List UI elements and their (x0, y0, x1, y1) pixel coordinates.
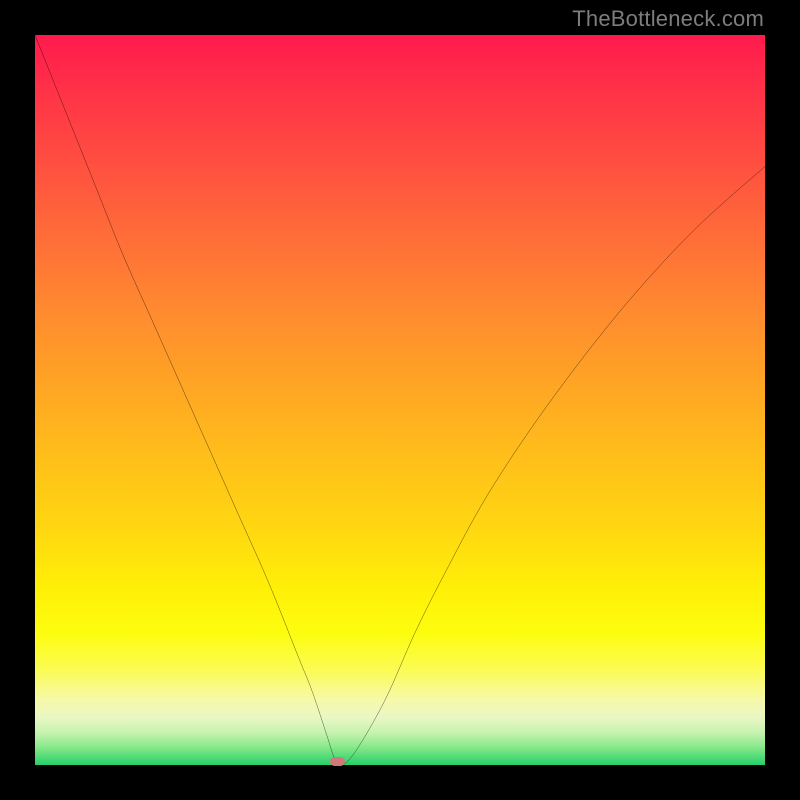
curve-layer (35, 35, 765, 765)
plot-area (35, 35, 765, 765)
bottleneck-curve (35, 35, 765, 765)
watermark: TheBottleneck.com (572, 6, 764, 32)
optimum-marker (330, 757, 345, 766)
chart-frame: TheBottleneck.com (0, 0, 800, 800)
